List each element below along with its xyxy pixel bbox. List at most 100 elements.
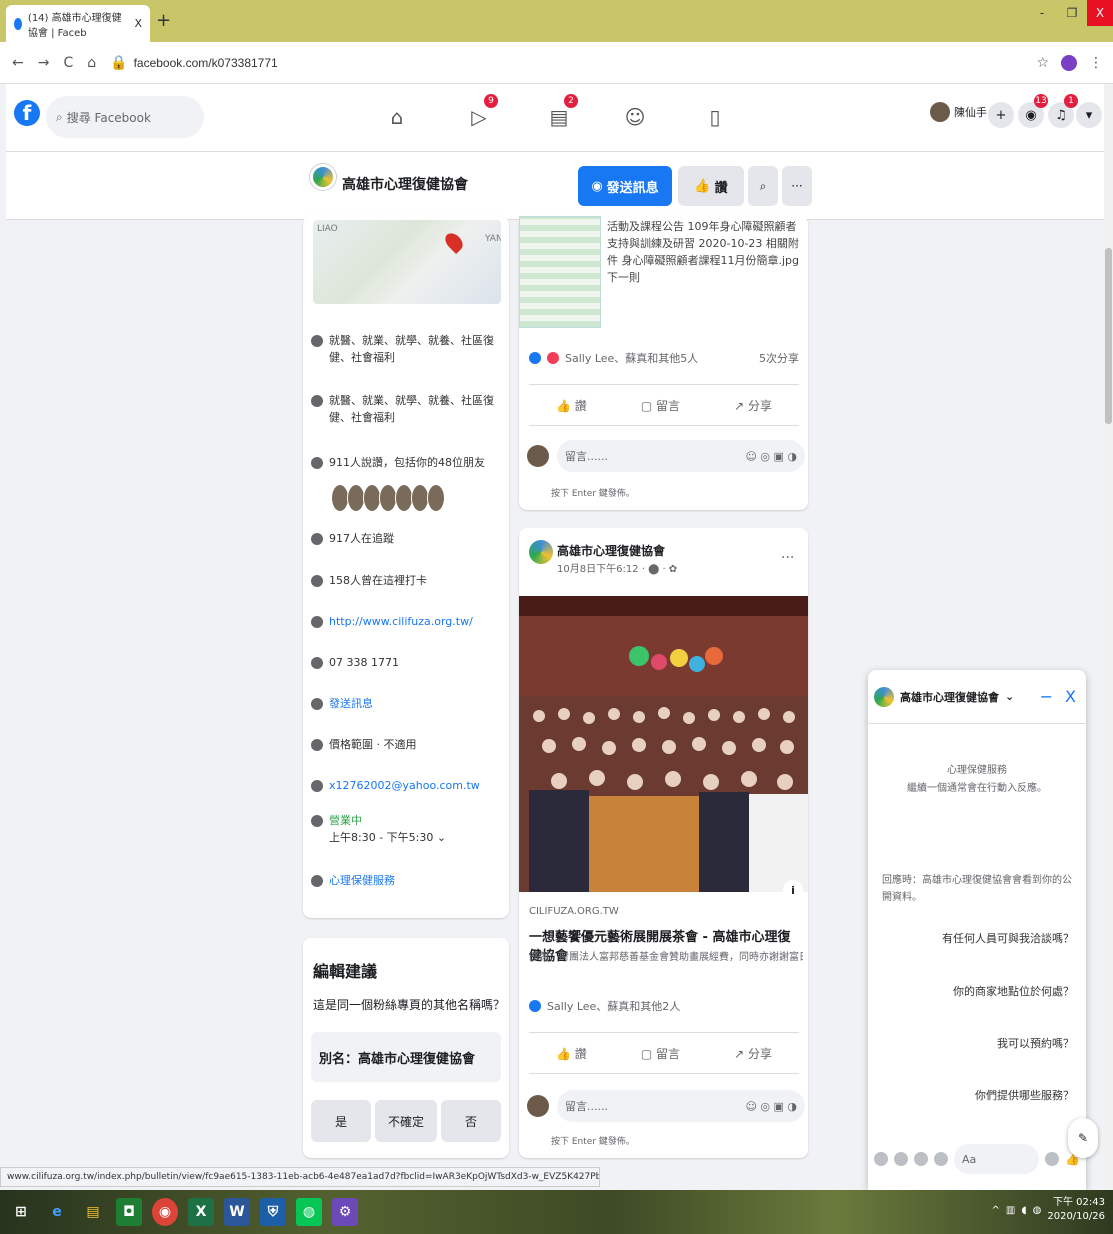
- tray-chevron-icon[interactable]: ^: [992, 1205, 1000, 1216]
- facebook-search-input[interactable]: ⌕ 搜尋 Facebook: [46, 96, 204, 138]
- comment-composer: 留言...... ☺ ◎ ▣ ◑: [527, 440, 805, 472]
- chevron-down-icon[interactable]: ⌄: [1005, 690, 1014, 703]
- share-count[interactable]: 5次分享: [759, 350, 799, 366]
- user-profile-chip[interactable]: 陳仙手: [930, 102, 987, 122]
- url-field[interactable]: 🔒 facebook.com/k073381771: [110, 55, 278, 71]
- nav-gaming-icon[interactable]: ▯: [700, 102, 730, 132]
- emoji-icons[interactable]: ☺ ◎ ▣ ◑: [745, 1100, 797, 1113]
- unsure-button[interactable]: 不確定: [375, 1100, 437, 1142]
- comment-input[interactable]: 留言...... ☺ ◎ ▣ ◑: [557, 440, 805, 472]
- taskbar-clock[interactable]: 下午 02:43 2020/10/26: [1047, 1196, 1105, 1224]
- comment-input[interactable]: 留言...... ☺ ◎ ▣ ◑: [557, 1090, 805, 1122]
- messenger-icon[interactable]: ◉ 13: [1018, 94, 1048, 128]
- tab-close-button[interactable]: X: [134, 17, 142, 30]
- like-action-button[interactable]: 👍 讚: [556, 397, 587, 414]
- file-explorer-icon[interactable]: ▤: [80, 1198, 106, 1226]
- emoji-icons[interactable]: ☺ ◎ ▣ ◑: [745, 450, 797, 463]
- post-actions: 👍 讚 ▢ 留言 ↗ 分享: [529, 384, 799, 426]
- facebook-logo-icon[interactable]: f: [14, 100, 40, 126]
- post-author[interactable]: 高雄市心理復健協會: [557, 542, 665, 559]
- send-message-link[interactable]: 發送訊息: [329, 695, 373, 712]
- page-name[interactable]: 高雄市心理復健協會: [342, 174, 468, 194]
- chrome-icon[interactable]: ◉: [152, 1198, 178, 1226]
- nav-marketplace-icon[interactable]: ▤ 2: [544, 94, 578, 132]
- defender-icon[interactable]: ⛨: [260, 1198, 286, 1226]
- nav-home-icon[interactable]: ⌂: [382, 102, 412, 132]
- faq-button[interactable]: 有任何人員可與我洽談嗎？: [942, 930, 1074, 946]
- faq-button[interactable]: 你的商家地點位於何處？: [953, 983, 1074, 999]
- nav-watch-icon[interactable]: ▷ 9: [464, 94, 498, 132]
- category-link[interactable]: 心理保健服務: [329, 872, 395, 889]
- ie-icon[interactable]: e: [44, 1198, 70, 1226]
- hours-dropdown[interactable]: 上午8:30 - 下午5:30: [329, 831, 433, 844]
- store-icon[interactable]: ◘: [116, 1198, 142, 1226]
- website-link[interactable]: http://www.cilifuza.org.tw/: [329, 613, 473, 630]
- new-message-icon[interactable]: ✎: [1068, 1118, 1098, 1158]
- page-logo[interactable]: [310, 164, 336, 190]
- minimize-button[interactable]: -: [1027, 0, 1057, 26]
- plus-icon[interactable]: [874, 1152, 888, 1166]
- sticker-icon[interactable]: [914, 1152, 928, 1166]
- bookmark-star-icon[interactable]: ☆: [1036, 55, 1049, 71]
- nav-groups-icon[interactable]: ☺: [620, 102, 650, 132]
- share-action-button[interactable]: ↗ 分享: [734, 1045, 772, 1062]
- email-link[interactable]: x12762002@yahoo.com.tw: [329, 777, 480, 794]
- new-tab-button[interactable]: +: [156, 10, 171, 31]
- browser-tab[interactable]: (14) 高雄市心理復健協會 | Faceb X: [6, 5, 150, 42]
- share-action-button[interactable]: ↗ 分享: [734, 397, 772, 414]
- no-button[interactable]: 否: [441, 1100, 501, 1142]
- post-attachment-image[interactable]: [519, 216, 601, 328]
- page-more-button[interactable]: ···: [782, 166, 812, 206]
- faq-button[interactable]: 你們提供哪些服務？: [975, 1087, 1074, 1103]
- info-icon[interactable]: i: [783, 880, 803, 900]
- network-icon[interactable]: ▥: [1006, 1205, 1015, 1216]
- reaction-row[interactable]: Sally Lee、蘇真和其他5人 5次分享: [529, 350, 799, 366]
- volume-icon[interactable]: ◖: [1021, 1205, 1026, 1216]
- emoji-icon[interactable]: [1045, 1152, 1060, 1166]
- like-icon: [311, 457, 323, 469]
- reload-icon[interactable]: C: [63, 55, 73, 71]
- profile-avatar[interactable]: [1061, 54, 1077, 71]
- back-icon[interactable]: ←: [12, 55, 24, 71]
- browser-menu-icon[interactable]: ⋮: [1089, 55, 1103, 71]
- comment-action-button[interactable]: ▢ 留言: [641, 397, 680, 414]
- home-browser-icon[interactable]: ⌂: [87, 55, 96, 71]
- map-label: YAN: [485, 234, 501, 244]
- scrollbar-thumb[interactable]: [1105, 248, 1112, 424]
- gif-icon[interactable]: [934, 1152, 948, 1166]
- line-icon[interactable]: ◍: [296, 1198, 322, 1226]
- settings-gear-icon[interactable]: ⚙: [332, 1198, 358, 1226]
- like-page-button[interactable]: 👍 讚: [678, 166, 744, 206]
- comment-action-button[interactable]: ▢ 留言: [641, 1045, 680, 1062]
- author-avatar[interactable]: [529, 540, 553, 564]
- yes-button[interactable]: 是: [311, 1100, 371, 1142]
- word-icon[interactable]: W: [224, 1198, 250, 1226]
- faq-button[interactable]: 我可以預約嗎？: [997, 1035, 1074, 1051]
- forward-icon[interactable]: →: [38, 55, 50, 71]
- send-message-button[interactable]: ◉ 發送訊息: [578, 166, 672, 206]
- chat-minimize-button[interactable]: −: [1040, 687, 1053, 706]
- ime-icon[interactable]: ◍: [1033, 1205, 1042, 1216]
- close-window-button[interactable]: X: [1087, 0, 1113, 26]
- maximize-button[interactable]: ❐: [1057, 0, 1087, 26]
- link-description[interactable]: 感謝：財團法人富邦慈善基金會贊助畫展經費，同時亦謝謝富日臣...: [529, 948, 803, 963]
- phone-number[interactable]: 07 338 1771: [329, 654, 399, 671]
- create-button[interactable]: +: [988, 102, 1014, 128]
- reaction-row[interactable]: Sally Lee、蘇真和其他2人: [529, 998, 799, 1014]
- link-domain[interactable]: CILIFUZA.ORG.TW: [529, 906, 619, 917]
- photo-icon[interactable]: [894, 1152, 908, 1166]
- excel-icon[interactable]: X: [188, 1198, 214, 1226]
- chat-input[interactable]: Aa: [954, 1144, 1040, 1174]
- chat-title[interactable]: 高雄市心理復健協會: [900, 689, 999, 705]
- chat-close-button[interactable]: X: [1065, 687, 1076, 706]
- post-time[interactable]: 10月8日下午6:12 · ⬤ · ✿: [557, 560, 677, 575]
- friend-avatars[interactable]: [331, 484, 445, 512]
- post-more-button[interactable]: ···: [781, 550, 794, 566]
- account-menu-button[interactable]: ▾: [1076, 102, 1102, 128]
- notifications-bell-icon[interactable]: ♫ 1: [1048, 94, 1078, 128]
- page-search-button[interactable]: ⌕: [748, 166, 778, 206]
- like-action-button[interactable]: 👍 讚: [556, 1045, 587, 1062]
- windows-start-icon[interactable]: ⊞: [8, 1198, 34, 1226]
- location-map[interactable]: LIAO YAN: [313, 220, 501, 304]
- event-photo[interactable]: [519, 596, 808, 892]
